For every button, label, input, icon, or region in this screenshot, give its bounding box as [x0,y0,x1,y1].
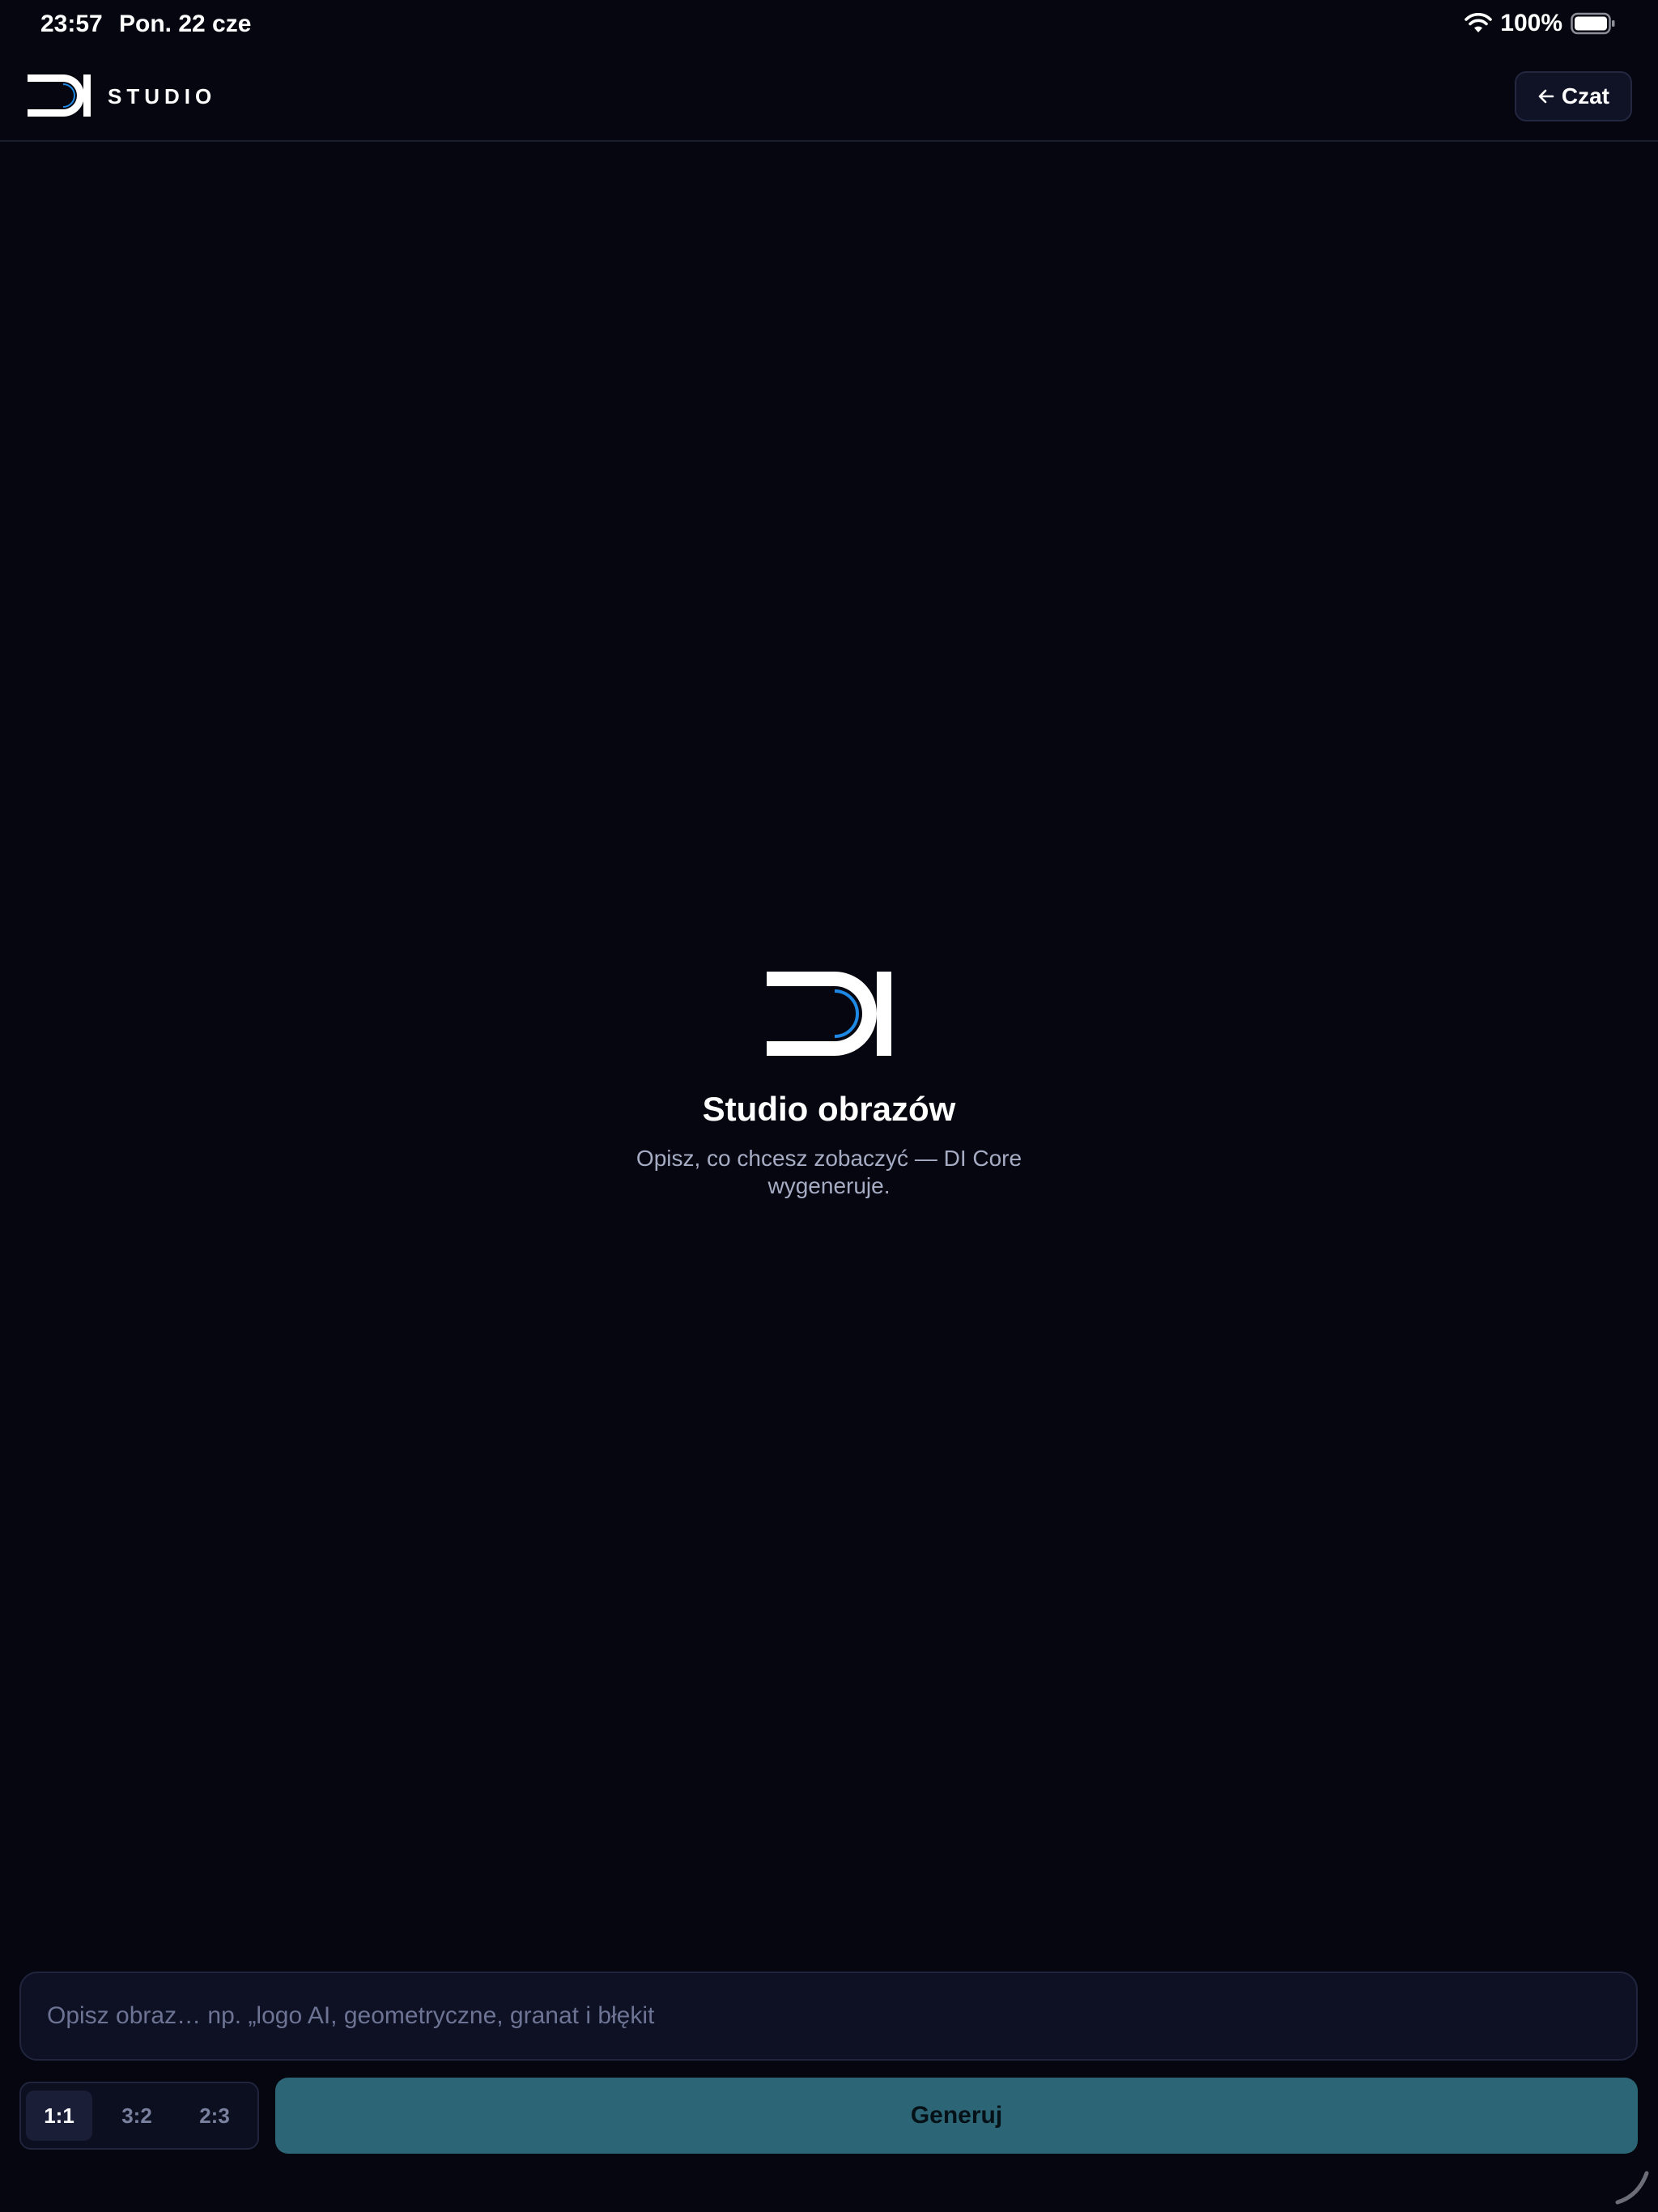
battery-icon [1571,12,1615,35]
resize-handle-icon [1615,2171,1649,2205]
aspect-ratio-2-3[interactable]: 2:3 [181,2091,248,2141]
back-to-chat-button[interactable]: Czat [1514,71,1632,121]
studio-page: 23:57 Pon. 22 cze 100% STUDIO Czat Studi… [0,0,1658,2212]
prompt-box [19,1972,1638,2061]
app-header: STUDIO Czat [0,52,1658,142]
arrow-left-icon [1538,89,1554,104]
wifi-icon [1465,13,1493,32]
aspect-ratio-selector: 1:1 3:2 2:3 [19,2082,259,2150]
battery-percent: 100% [1500,10,1562,36]
aspect-ratio-3-2[interactable]: 3:2 [104,2091,170,2141]
status-bar: 23:57 Pon. 22 cze 100% [0,0,1658,52]
status-indicators: 100% [1465,10,1616,37]
di-logo-icon [28,74,91,117]
empty-state-subtitle: Opisz, co chcesz zobaczyć — DI Core wyge… [636,1146,1022,1198]
status-time: 23:57 [40,11,103,37]
di-logo-icon [767,972,891,1056]
status-date: Pon. 22 cze [119,11,252,37]
back-button-label: Czat [1561,83,1609,108]
aspect-ratio-1-1[interactable]: 1:1 [26,2091,92,2141]
empty-state-title: Studio obrazów [702,1090,956,1128]
generate-button[interactable]: Generuj [275,2078,1638,2154]
empty-state: Studio obrazów Opisz, co chcesz zobaczyć… [0,972,1658,1200]
prompt-input[interactable] [21,1973,1636,2059]
header-title: STUDIO [108,84,217,108]
